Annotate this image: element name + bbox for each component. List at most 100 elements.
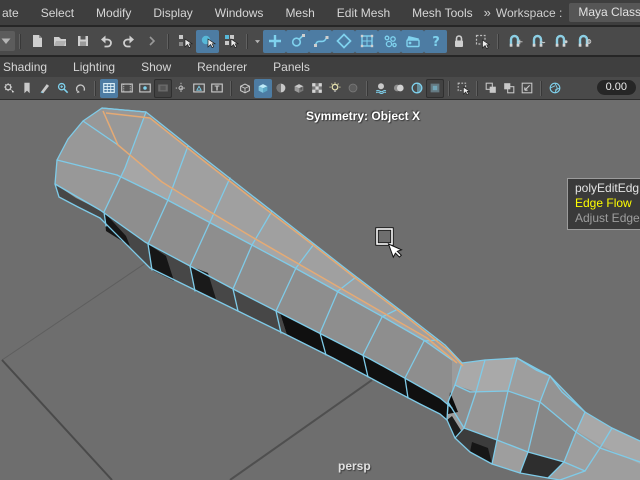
mask-rendering-button[interactable] [401, 30, 424, 53]
polygon-mesh[interactable] [55, 108, 640, 480]
overflow-chevron[interactable] [140, 30, 163, 53]
default-material-button[interactable] [308, 79, 326, 98]
menu-windows[interactable]: Windows [204, 6, 275, 20]
roll-tool-button[interactable] [72, 79, 90, 98]
safe-action-icon [192, 81, 206, 95]
wireframe-mode-icon [238, 81, 252, 95]
snap-to-grid-button[interactable] [503, 30, 526, 53]
film-gate-button[interactable] [118, 79, 136, 98]
redo-button[interactable] [117, 30, 140, 53]
image-plane-icon [38, 81, 52, 95]
mask-curves-button[interactable] [309, 30, 332, 53]
toolbar-separator [362, 77, 372, 99]
select-hierarchy-button[interactable] [173, 30, 196, 53]
screen-space-ao-button[interactable] [372, 79, 390, 98]
select-component-button[interactable] [219, 30, 242, 53]
select-object-button[interactable] [196, 30, 219, 53]
aperture-button[interactable] [546, 79, 564, 98]
lighting-toggle-button[interactable] [326, 79, 344, 98]
lighting-toggle-icon [328, 81, 342, 95]
snap-to-curves-icon [530, 33, 546, 49]
safe-action-button[interactable] [190, 79, 208, 98]
textured-shaded-button[interactable] [290, 79, 308, 98]
toolbar-separator [536, 77, 546, 99]
mask-misc-button[interactable] [424, 30, 447, 53]
mask-handles-button[interactable] [286, 30, 309, 53]
menu-show[interactable]: Show [128, 60, 184, 74]
wireframe-mode-button[interactable] [236, 79, 254, 98]
bookmarks-button[interactable] [18, 79, 36, 98]
highlight-selection-icon [474, 33, 490, 49]
toolbar-separator [472, 77, 482, 99]
xray-button[interactable] [482, 79, 500, 98]
field-chart-button[interactable] [172, 79, 190, 98]
workspace-dropdown[interactable]: Maya Classic [569, 3, 640, 22]
mask-surfaces-button[interactable] [332, 30, 355, 53]
symmetry-status-label: Symmetry: Object X [306, 109, 420, 123]
popup-title: polyEditEdg [575, 181, 640, 196]
menu-renderer[interactable]: Renderer [184, 60, 260, 74]
save-scene-button[interactable] [71, 30, 94, 53]
menu-select[interactable]: Select [30, 6, 85, 20]
safe-title-button[interactable] [208, 79, 226, 98]
highlight-selection-button[interactable] [470, 30, 493, 53]
menu-lighting[interactable]: Lighting [60, 60, 128, 74]
3d-scene [0, 100, 640, 480]
select-camera-button[interactable] [0, 79, 18, 98]
undo-icon [98, 33, 114, 49]
shaded-mode-button[interactable] [254, 79, 272, 98]
pan-zoom-button[interactable] [54, 79, 72, 98]
menu-set-dropdown[interactable] [0, 31, 15, 51]
overflow-chevron-icon [144, 33, 160, 49]
xray-active-button[interactable] [500, 79, 518, 98]
textured-mode-button[interactable] [272, 79, 290, 98]
depth-of-field-button[interactable] [426, 79, 444, 98]
resolution-gate-button[interactable] [136, 79, 154, 98]
new-scene-button[interactable] [25, 30, 48, 53]
isolate-select-icon [456, 81, 470, 95]
mask-deformations-icon [359, 33, 375, 49]
image-plane-button[interactable] [36, 79, 54, 98]
gate-mask-button[interactable] [154, 79, 172, 98]
isolate-select-button[interactable] [454, 79, 472, 98]
menu-display[interactable]: Display [142, 6, 203, 20]
open-scene-button[interactable] [48, 30, 71, 53]
snap-to-curves-button[interactable] [526, 30, 549, 53]
mask-handles-icon [290, 33, 306, 49]
menu-mesh[interactable]: Mesh [274, 6, 325, 20]
menu-panels[interactable]: Panels [260, 60, 323, 74]
main-menubar: ate Select Modify Display Windows Mesh E… [0, 0, 640, 25]
snap-to-center-button[interactable] [572, 30, 595, 53]
menu-modify[interactable]: Modify [85, 6, 142, 20]
exposure-toggle-button[interactable] [408, 79, 426, 98]
film-gate-icon [120, 81, 134, 95]
mask-dynamics-button[interactable] [378, 30, 401, 53]
select-component-icon [223, 33, 239, 49]
shadows-toggle-button[interactable] [344, 79, 362, 98]
menu-create[interactable]: ate [0, 6, 30, 20]
lock-selection-icon [451, 33, 467, 49]
lock-selection-button[interactable] [447, 30, 470, 53]
screen-space-ao-icon [374, 81, 388, 95]
workspace-group: » Workspace : Maya Classic [484, 3, 640, 22]
zoom-region-button[interactable] [518, 79, 536, 98]
perspective-viewport[interactable]: Symmetry: Object X persp polyEditEdg Edg… [0, 100, 640, 480]
popup-item-edge-flow[interactable]: Edge Flow [575, 196, 640, 211]
mask-points-button[interactable] [263, 30, 286, 53]
shaded-mode-icon [256, 81, 270, 95]
pan-zoom-icon [56, 81, 70, 95]
popup-item-adjust-edge[interactable]: Adjust Edge [575, 211, 640, 226]
field-chart-icon [174, 81, 188, 95]
safe-title-icon [210, 81, 224, 95]
exposure-field[interactable]: 0.00 [597, 80, 636, 95]
mask-deformations-button[interactable] [355, 30, 378, 53]
menu-shading[interactable]: Shading [0, 60, 60, 74]
menu-mesh-tools[interactable]: Mesh Tools [401, 6, 483, 20]
grid-toggle-button[interactable] [100, 79, 118, 98]
mask-type-dropdown[interactable] [252, 30, 263, 53]
menu-edit-mesh[interactable]: Edit Mesh [326, 6, 401, 20]
snap-to-points-button[interactable] [549, 30, 572, 53]
motion-blur-button[interactable] [390, 79, 408, 98]
new-scene-icon [29, 33, 45, 49]
undo-button[interactable] [94, 30, 117, 53]
